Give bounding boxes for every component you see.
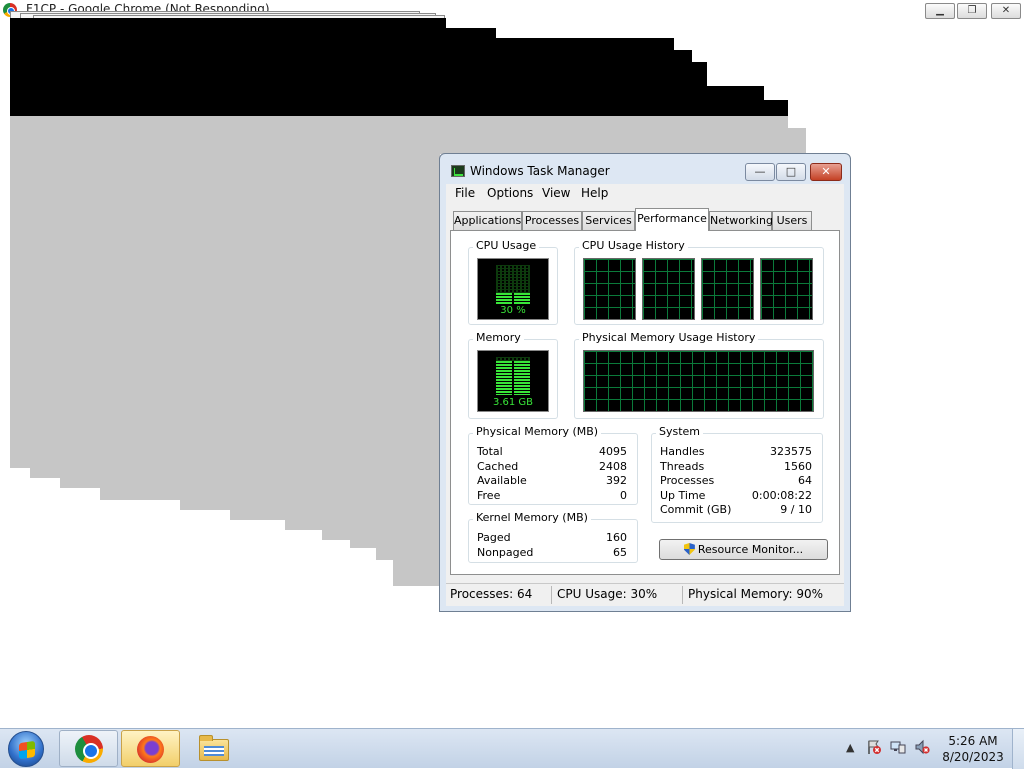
cpu-usage-value: 30 %	[500, 305, 526, 316]
chrome-icon	[75, 735, 103, 763]
shield-icon	[683, 543, 695, 555]
taskbar: ▲ 5:26 AM 8/20/2023	[0, 728, 1024, 769]
show-desktop-button[interactable]	[1012, 729, 1024, 769]
menu-file[interactable]: File	[455, 186, 475, 200]
menu-options[interactable]: Options	[487, 186, 533, 200]
cpu-history-graph-1	[583, 258, 636, 320]
memory-level	[496, 361, 530, 395]
menu-help[interactable]: Help	[581, 186, 608, 200]
taskbar-firefox-button[interactable]	[121, 730, 180, 767]
resource-monitor-label: Resource Monitor...	[697, 543, 804, 556]
memory-history-graph	[583, 350, 814, 412]
clock-date: 8/20/2023	[942, 750, 1004, 764]
system-threads-label: Threads	[660, 460, 705, 473]
menu-bar: File Options View Help	[446, 184, 844, 204]
cpu-history-label: CPU Usage History	[579, 239, 688, 252]
memory-meter: 3.61 GB	[477, 350, 549, 412]
kernel-memory-paged-value: 160	[606, 531, 627, 544]
tab-networking[interactable]: Networking	[709, 211, 773, 230]
network-icon[interactable]	[890, 739, 906, 755]
cpu-history-graph-2	[642, 258, 695, 320]
cpu-usage-meter: 30 %	[477, 258, 549, 320]
memory-history-label: Physical Memory Usage History	[579, 331, 759, 344]
task-manager-window: Windows Task Manager — □ ✕ File Options …	[439, 153, 851, 612]
kernel-memory-nonpaged-label: Nonpaged	[477, 546, 534, 559]
status-physical-memory: Physical Memory: 90%	[688, 587, 824, 601]
physical-memory-cached-label: Cached	[477, 460, 519, 473]
physical-memory-label: Physical Memory (MB)	[473, 425, 602, 438]
clock-time: 5:26 AM	[948, 734, 998, 748]
task-manager-title: Windows Task Manager	[470, 164, 610, 178]
physical-memory-available-label: Available	[477, 474, 527, 487]
file-explorer-icon	[199, 735, 229, 761]
tab-applications[interactable]: Applications	[453, 211, 522, 230]
system-uptime-value: 0:00:08:22	[751, 489, 812, 502]
physical-memory-available-value: 392	[606, 474, 627, 487]
memory-value: 3.61 GB	[492, 397, 534, 408]
cpu-history-graph-4	[760, 258, 813, 320]
menu-view[interactable]: View	[542, 186, 570, 200]
task-manager-icon	[451, 165, 465, 177]
system-handles-value: 323575	[770, 445, 812, 458]
physical-memory-cached-value: 2408	[599, 460, 627, 473]
system-label: System	[656, 425, 704, 438]
taskbar-explorer-button[interactable]	[183, 730, 242, 767]
physical-memory-total-value: 4095	[599, 445, 627, 458]
kernel-memory-label: Kernel Memory (MB)	[473, 511, 591, 524]
firefox-icon	[137, 736, 164, 763]
physical-memory-free-value: 0	[620, 489, 627, 502]
start-button[interactable]	[8, 731, 44, 767]
tab-users[interactable]: Users	[772, 211, 812, 230]
status-cpu-usage: CPU Usage: 30%	[557, 587, 658, 601]
system-commit-value: 9 / 10	[780, 503, 812, 516]
chrome-maximize-button[interactable]: ❐	[957, 3, 987, 19]
system-processes-value: 64	[798, 474, 812, 487]
memory-history-group: Physical Memory Usage History	[574, 331, 824, 419]
cpu-usage-level	[496, 293, 530, 305]
cpu-history-graph-3	[701, 258, 754, 320]
chrome-close-button[interactable]: ✕	[991, 3, 1021, 19]
task-manager-title-bar[interactable]: Windows Task Manager — □ ✕	[440, 154, 850, 184]
resource-monitor-button[interactable]: Resource Monitor...	[659, 539, 828, 560]
taskbar-chrome-button[interactable]	[59, 730, 118, 767]
kernel-memory-nonpaged-value: 65	[613, 546, 627, 559]
show-hidden-icons-icon[interactable]: ▲	[846, 741, 854, 754]
status-bar: Processes: 64 CPU Usage: 30% Physical Me…	[446, 583, 844, 606]
cpu-usage-label: CPU Usage	[473, 239, 540, 252]
action-center-flag-icon[interactable]	[866, 739, 882, 755]
memory-label: Memory	[473, 331, 524, 344]
tab-performance[interactable]: Performance	[635, 208, 709, 231]
performance-panel: CPU Usage 30 % CPU Usage History Memory	[450, 230, 840, 575]
tab-processes[interactable]: Processes	[522, 211, 582, 230]
memory-group: Memory 3.61 GB	[468, 331, 558, 419]
kernel-memory-group: Kernel Memory (MB) Paged 160 Nonpaged 65	[468, 511, 638, 563]
physical-memory-group: Physical Memory (MB) Total 4095 Cached 2…	[468, 425, 638, 505]
kernel-memory-paged-label: Paged	[477, 531, 511, 544]
minimize-button[interactable]: —	[745, 163, 775, 181]
system-group: System Handles 323575 Threads 1560 Proce…	[651, 425, 823, 523]
status-processes: Processes: 64	[450, 587, 533, 601]
task-manager-body: Applications Processes Services Performa…	[446, 204, 844, 606]
cpu-history-group: CPU Usage History	[574, 239, 824, 325]
maximize-button[interactable]: □	[776, 163, 806, 181]
system-uptime-label: Up Time	[660, 489, 706, 502]
physical-memory-total-label: Total	[477, 445, 503, 458]
clock[interactable]: 5:26 AM 8/20/2023	[940, 733, 1006, 765]
tab-services[interactable]: Services	[582, 211, 635, 230]
chrome-minimize-button[interactable]: ▁	[925, 3, 955, 19]
physical-memory-free-label: Free	[477, 489, 501, 502]
volume-muted-icon[interactable]	[914, 739, 930, 755]
cpu-usage-group: CPU Usage 30 %	[468, 239, 558, 325]
system-commit-label: Commit (GB)	[660, 503, 732, 516]
close-button[interactable]: ✕	[810, 163, 842, 181]
system-threads-value: 1560	[784, 460, 812, 473]
system-handles-label: Handles	[660, 445, 705, 458]
system-processes-label: Processes	[660, 474, 715, 487]
